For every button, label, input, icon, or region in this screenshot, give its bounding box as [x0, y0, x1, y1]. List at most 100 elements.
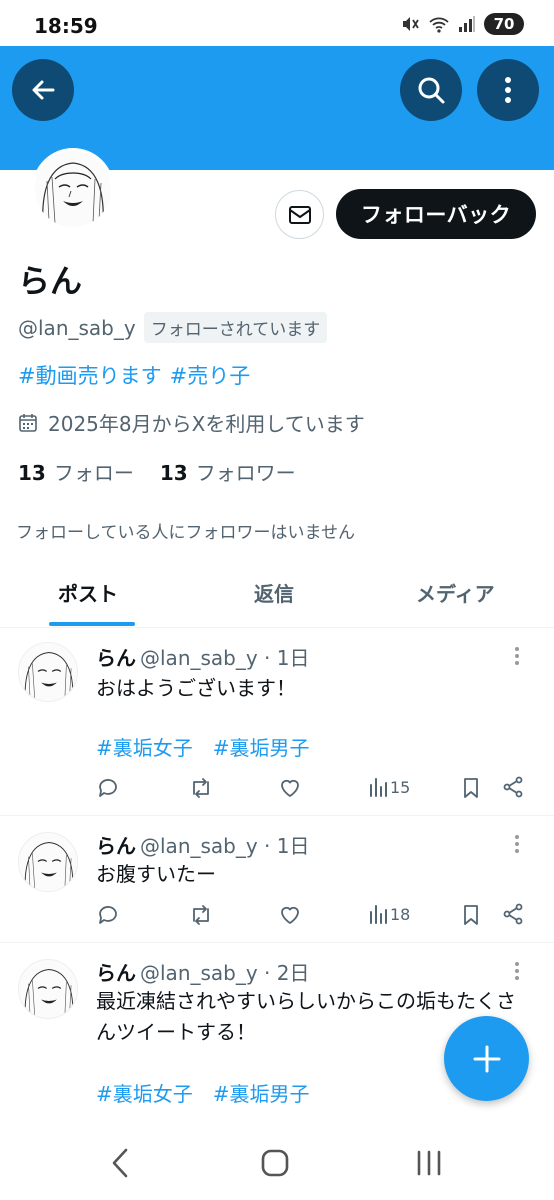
joined-date: 2025年8月からXを利用しています — [18, 408, 365, 437]
share-button[interactable] — [502, 903, 524, 925]
message-button[interactable] — [275, 190, 324, 239]
following-count: 13 — [18, 461, 46, 485]
post-text: お腹すいたー — [96, 862, 216, 886]
envelope-icon — [288, 205, 311, 224]
bio-hashtag[interactable]: #売り子 — [170, 364, 251, 388]
post-meta: @lan_sab_y · 2日 — [140, 961, 310, 985]
views-count: 15 — [390, 777, 411, 797]
search-button[interactable] — [400, 59, 462, 121]
post-item[interactable]: らん @lan_sab_y · 1日 おはようございます！ #裏垢女子 #裏垢男子 … — [0, 628, 554, 816]
more-vertical-icon[interactable] — [514, 646, 520, 666]
tab-media[interactable]: メディア — [416, 578, 495, 607]
more-vertical-icon — [505, 77, 511, 103]
post-meta: @lan_sab_y · 1日 — [140, 834, 310, 858]
followers-count: 13 — [159, 461, 188, 485]
bookmark-button[interactable] — [460, 776, 482, 800]
mutual-followers-note: フォローしている人にフォロワーはいません — [16, 523, 355, 543]
battery-icon: 70 — [484, 13, 524, 35]
mute-icon — [403, 17, 419, 31]
views-count: 18 — [390, 904, 411, 924]
handle-row: @lan_sab_y フォローされています — [18, 312, 328, 343]
post-hashtag[interactable]: #裏垢男子 — [213, 736, 310, 760]
post-header: らん @lan_sab_y · 1日 — [96, 642, 310, 671]
signal-icon — [459, 16, 475, 32]
post-author-name[interactable]: らん — [96, 961, 136, 985]
profile-bio: #動画売ります #売り子 — [18, 360, 258, 390]
status-time: 18:59 — [34, 14, 98, 38]
post-author-name[interactable]: らん — [96, 646, 136, 670]
like-button[interactable] — [278, 903, 302, 927]
reply-button[interactable] — [96, 903, 120, 927]
battery-level: 70 — [493, 15, 515, 33]
post-text: おはようございます！ — [96, 676, 296, 700]
plus-icon — [473, 1045, 500, 1072]
repost-button[interactable] — [188, 903, 214, 927]
heart-icon — [281, 906, 299, 924]
views-icon — [370, 778, 387, 797]
bookmark-icon — [464, 905, 478, 925]
post-hashtag[interactable]: #裏垢男子 — [213, 1082, 310, 1106]
more-vertical-icon[interactable] — [514, 961, 520, 981]
compose-button[interactable] — [444, 1016, 529, 1101]
wifi-icon — [429, 17, 449, 33]
followers-link[interactable]: 13 フォロワー — [160, 457, 296, 486]
more-options-button[interactable] — [477, 59, 539, 121]
status-bar: 18:59 70 — [0, 0, 554, 46]
bookmark-button[interactable] — [460, 903, 482, 927]
avatar[interactable] — [18, 959, 78, 1019]
reply-icon — [99, 779, 117, 797]
bio-hashtag[interactable]: #動画売ります — [18, 364, 162, 388]
share-button[interactable] — [502, 776, 524, 798]
post-header: らん @lan_sab_y · 1日 — [96, 830, 310, 859]
repost-button[interactable] — [188, 776, 214, 800]
repost-icon — [193, 778, 209, 798]
reply-button[interactable] — [96, 776, 120, 800]
post-header: らん @lan_sab_y · 2日 — [96, 957, 310, 986]
following-link[interactable]: 13 フォロー — [18, 457, 134, 486]
back-button[interactable] — [12, 59, 74, 121]
follow-counts: 13 フォロー 13 フォロワー — [18, 457, 322, 486]
nav-home-icon[interactable] — [260, 1146, 290, 1180]
nav-recents-icon[interactable] — [414, 1146, 444, 1180]
search-icon — [418, 77, 445, 104]
profile-tabs: ポスト 返信 メディア — [0, 560, 554, 628]
views-button[interactable]: 18 — [368, 903, 410, 925]
bookmark-icon — [464, 778, 478, 798]
tab-replies[interactable]: 返信 — [254, 578, 294, 607]
post-hashtag[interactable]: #裏垢女子 — [96, 1082, 193, 1106]
post-item[interactable]: らん @lan_sab_y · 1日 お腹すいたー 18 — [0, 816, 554, 943]
avatar[interactable] — [18, 642, 78, 702]
post-actions: 15 — [96, 776, 536, 804]
follows-you-badge: フォローされています — [143, 312, 328, 343]
post-hashtags: #裏垢女子 #裏垢男子 — [96, 1078, 330, 1107]
post-hashtags: #裏垢女子 #裏垢男子 — [96, 732, 330, 761]
follow-back-button[interactable]: フォローバック — [336, 189, 536, 239]
profile-avatar[interactable] — [32, 148, 114, 230]
repost-icon — [193, 905, 209, 925]
views-icon — [370, 905, 387, 924]
profile-handle: @lan_sab_y — [18, 315, 136, 340]
display-name: らん — [18, 262, 83, 300]
following-label: フォロー — [53, 461, 134, 485]
heart-icon — [281, 779, 299, 797]
more-vertical-icon[interactable] — [514, 834, 520, 854]
tab-posts[interactable]: ポスト — [58, 578, 118, 607]
active-tab-indicator — [49, 622, 135, 626]
like-button[interactable] — [278, 776, 302, 800]
share-icon — [503, 776, 523, 798]
reply-icon — [99, 906, 117, 924]
system-nav-bar — [0, 1128, 554, 1200]
status-icons: 70 — [400, 13, 524, 35]
post-meta: @lan_sab_y · 1日 — [140, 646, 310, 670]
post-actions: 18 — [96, 903, 536, 931]
followers-label: フォロワー — [195, 461, 296, 485]
share-icon — [503, 903, 523, 925]
arrow-left-icon — [32, 80, 55, 100]
post-hashtag[interactable]: #裏垢女子 — [96, 736, 193, 760]
calendar-icon — [19, 413, 37, 432]
avatar[interactable] — [18, 832, 78, 892]
joined-text: 2025年8月からXを利用しています — [48, 412, 365, 436]
post-author-name[interactable]: らん — [96, 834, 136, 858]
nav-back-icon[interactable] — [108, 1146, 132, 1180]
views-button[interactable]: 15 — [368, 776, 410, 798]
